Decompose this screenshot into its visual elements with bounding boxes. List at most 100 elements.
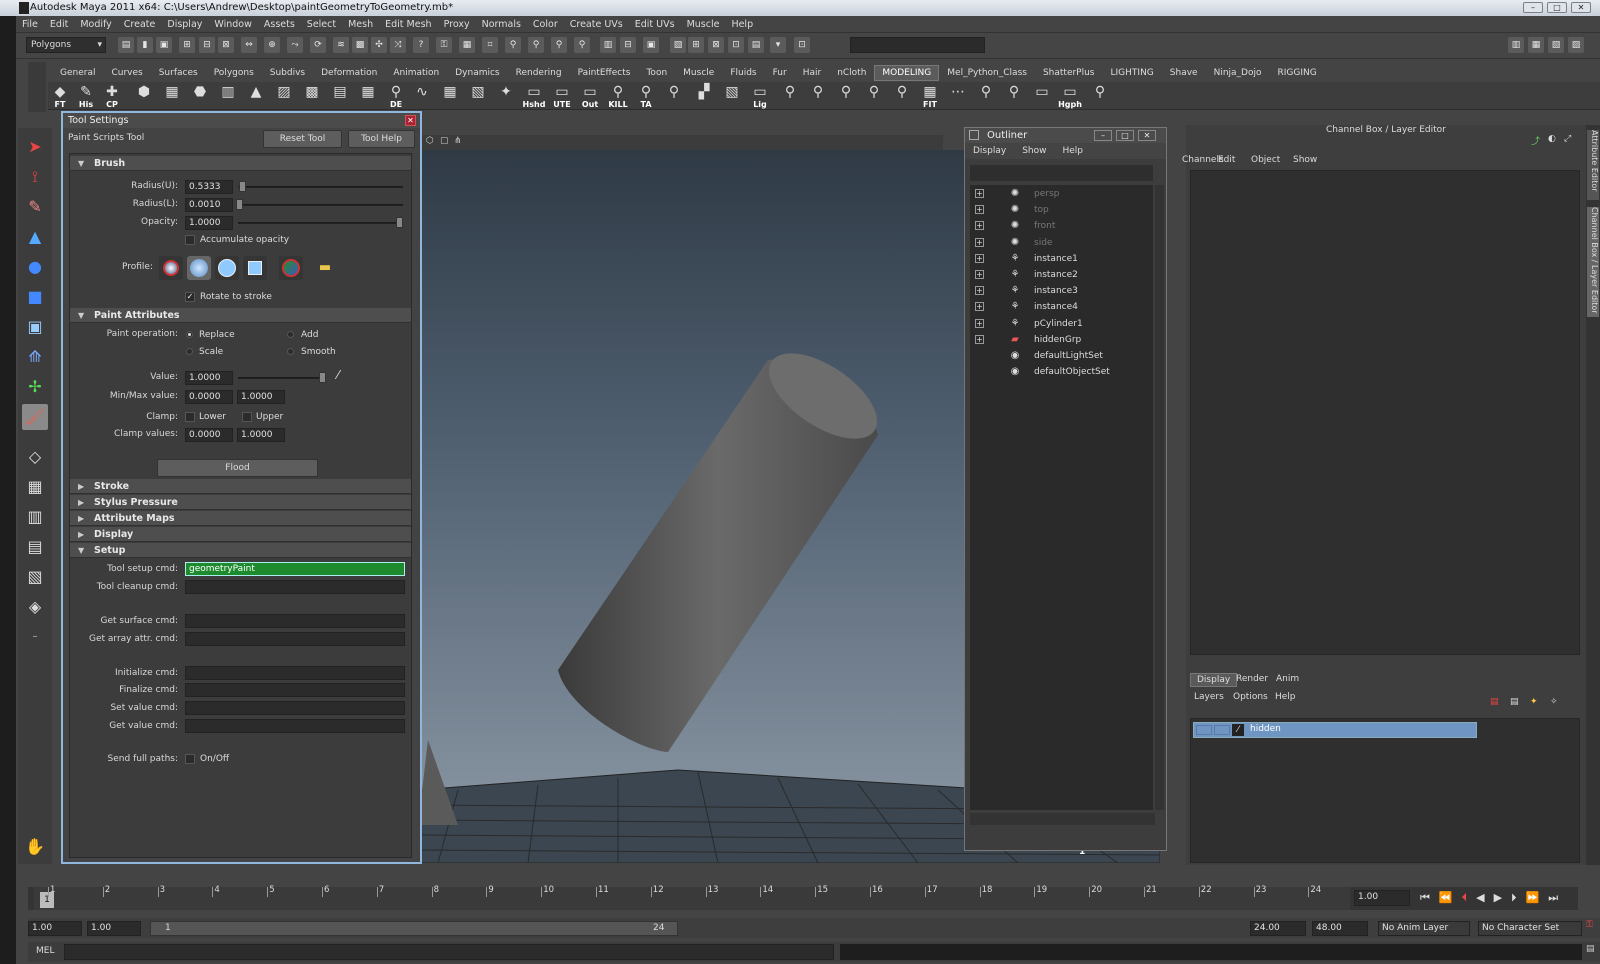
- start-time-field[interactable]: 1.00: [28, 921, 82, 936]
- clamp-min-field[interactable]: 0.0000: [185, 428, 233, 442]
- outliner-item[interactable]: + ✺ front: [970, 218, 1150, 234]
- get-value-field[interactable]: [185, 719, 405, 733]
- opacity-slider-handle[interactable]: [396, 217, 403, 228]
- persp-layout-icon[interactable]: ◈: [22, 594, 48, 620]
- more-layouts-icon[interactable]: –: [22, 624, 48, 650]
- layer-menu-options[interactable]: Options: [1233, 692, 1268, 702]
- expand-icon[interactable]: +: [975, 318, 984, 328]
- end-time-field[interactable]: 48.00: [1312, 921, 1368, 936]
- shelf-tool-icon[interactable]: ⋯: [946, 84, 970, 108]
- hypershade-persp-layout-icon[interactable]: ▧: [22, 564, 48, 590]
- status-line-tool-icon[interactable]: ⊠: [218, 37, 234, 53]
- shelf-tab-modeling[interactable]: MODELING: [874, 65, 940, 81]
- flood-button[interactable]: Flood: [157, 459, 318, 477]
- shelf-tool-icon[interactable]: ⚲: [662, 84, 686, 108]
- status-line-tool-icon[interactable]: ⊞: [688, 37, 704, 53]
- shelf-tool-icon[interactable]: ▧: [720, 84, 744, 108]
- stroke-section-header[interactable]: ▶ Stroke: [70, 479, 411, 494]
- step-back-key-icon[interactable]: ⏴: [1462, 891, 1477, 904]
- status-line-tool-icon[interactable]: ⚲: [505, 37, 521, 53]
- graph-persp-layout-icon[interactable]: ▤: [22, 534, 48, 560]
- character-set-dropdown[interactable]: No Character Set: [1478, 921, 1582, 936]
- clamp-lower-checkbox[interactable]: [185, 412, 195, 422]
- status-line-tool-icon[interactable]: ⤨: [390, 37, 406, 53]
- shelf-tool-icon[interactable]: ▦: [160, 84, 184, 108]
- status-line-tool-icon[interactable]: ⤳: [287, 37, 303, 53]
- menu-create-uvs[interactable]: Create UVs: [564, 19, 629, 30]
- status-line-tool-icon[interactable]: ⊟: [199, 37, 215, 53]
- shelf-tab-general[interactable]: General: [52, 65, 103, 81]
- playback-start-field[interactable]: 1.00: [87, 921, 141, 936]
- universal-manipulator-icon[interactable]: ▣: [22, 314, 48, 340]
- status-line-tool-icon[interactable]: ⊡: [728, 37, 744, 53]
- setup-section-header[interactable]: ▼ Setup: [70, 543, 411, 558]
- status-line-tool-icon[interactable]: ?: [413, 37, 429, 53]
- status-line-tool-icon[interactable]: ▦: [1528, 37, 1544, 53]
- move-up-layer-icon[interactable]: ✦: [1530, 697, 1538, 707]
- outliner-filter-field[interactable]: [970, 165, 1153, 181]
- single-pane-layout-icon[interactable]: ◇: [22, 444, 48, 470]
- outliner-item[interactable]: + ▰ hiddenGrp: [970, 332, 1150, 348]
- rotate-tool-icon[interactable]: ●: [22, 254, 48, 280]
- tool-settings-titlebar[interactable]: Tool Settings ✕: [63, 113, 420, 128]
- auto-key-icon[interactable]: ⚿: [1586, 920, 1593, 930]
- shelf-tool-icon[interactable]: ∿: [410, 84, 434, 108]
- status-line-tool-icon[interactable]: ⚿: [436, 37, 452, 53]
- accumulate-opacity-checkbox[interactable]: [185, 235, 195, 245]
- shelf-tool-icon[interactable]: ⚲: [1002, 84, 1026, 108]
- status-line-tool-icon[interactable]: ⊕: [264, 37, 280, 53]
- shelf-tool-icon[interactable]: ▭ Hgph: [1058, 84, 1082, 109]
- shelf-tool-icon[interactable]: ▭ Hshd: [522, 84, 546, 109]
- shelf-tool-icon[interactable]: ▞: [692, 84, 716, 108]
- menu-mesh[interactable]: Mesh: [342, 19, 379, 30]
- status-line-tool-icon[interactable]: ✣: [371, 37, 387, 53]
- status-line-tool-icon[interactable]: ⚲: [574, 37, 590, 53]
- shelf-tool-icon[interactable]: ✚ CP: [100, 84, 124, 109]
- shelf-tool-icon[interactable]: ⚲: [806, 84, 830, 108]
- shelf-tool-icon[interactable]: ⬣: [188, 84, 212, 108]
- anim-layer-dropdown[interactable]: No Anim Layer: [1378, 921, 1470, 936]
- share-icon[interactable]: ⋔: [454, 136, 462, 146]
- color-picker-icon[interactable]: ⁄: [337, 368, 339, 382]
- display-section-header[interactable]: ▶ Display: [70, 527, 411, 542]
- finalize-field[interactable]: [185, 683, 405, 697]
- shelf-tool-icon[interactable]: ⚲: [862, 84, 886, 108]
- attribute-editor-tab[interactable]: Attribute Editor: [1587, 130, 1599, 200]
- shelf-menu-handle[interactable]: [28, 62, 46, 112]
- shelf-tab-fur[interactable]: Fur: [765, 65, 795, 81]
- clamp-max-field[interactable]: 1.0000: [237, 428, 285, 442]
- go-to-start-icon[interactable]: ⏮: [1420, 891, 1439, 904]
- status-line-tool-icon[interactable]: ⊡: [794, 37, 810, 53]
- close-icon[interactable]: ✕: [405, 115, 416, 126]
- play-forward-icon[interactable]: ▶: [1494, 891, 1511, 904]
- value-slider-handle[interactable]: [319, 372, 326, 383]
- shelf-tool-icon[interactable]: ▭: [1030, 84, 1054, 108]
- scale-radio[interactable]: [186, 348, 193, 355]
- shelf-tab-ninja-dojo[interactable]: Ninja_Dojo: [1206, 65, 1270, 81]
- status-line-tool-icon[interactable]: ⊞: [179, 37, 195, 53]
- menu-display[interactable]: Display: [161, 19, 208, 30]
- expand-icon[interactable]: +: [975, 286, 984, 296]
- playback-end-field[interactable]: 24.00: [1250, 921, 1306, 936]
- status-line-tool-icon[interactable]: ▣: [156, 37, 172, 53]
- new-layer-icon[interactable]: ▤: [1490, 697, 1499, 707]
- frame-icon[interactable]: ▢: [440, 136, 449, 146]
- outliner-vertical-scrollbar[interactable]: [1155, 185, 1164, 810]
- select-tool-icon[interactable]: ➤: [22, 134, 48, 160]
- outliner-menu-show[interactable]: Show: [1014, 146, 1054, 156]
- stylus-pressure-section-header[interactable]: ▶ Stylus Pressure: [70, 495, 411, 510]
- channel-box-menu-show[interactable]: Show: [1293, 155, 1317, 165]
- axis-icon[interactable]: ⤴: [1531, 134, 1540, 147]
- expand-icon[interactable]: +: [975, 205, 984, 215]
- shelf-tool-icon[interactable]: ✎ His: [74, 84, 98, 109]
- set-value-field[interactable]: [185, 701, 405, 715]
- outliner-item[interactable]: + ✺ top: [970, 202, 1150, 218]
- shelf-tab-fluids[interactable]: Fluids: [722, 65, 764, 81]
- menu-select[interactable]: Select: [301, 19, 342, 30]
- menu-color[interactable]: Color: [527, 19, 564, 30]
- outliner-item[interactable]: + ⚘ instance3: [970, 283, 1150, 299]
- shelf-tool-icon[interactable]: ⚲ TA: [634, 84, 658, 109]
- status-line-tool-icon[interactable]: ▧: [1548, 37, 1564, 53]
- value-slider[interactable]: [238, 377, 326, 379]
- clamp-upper-checkbox[interactable]: [242, 412, 252, 422]
